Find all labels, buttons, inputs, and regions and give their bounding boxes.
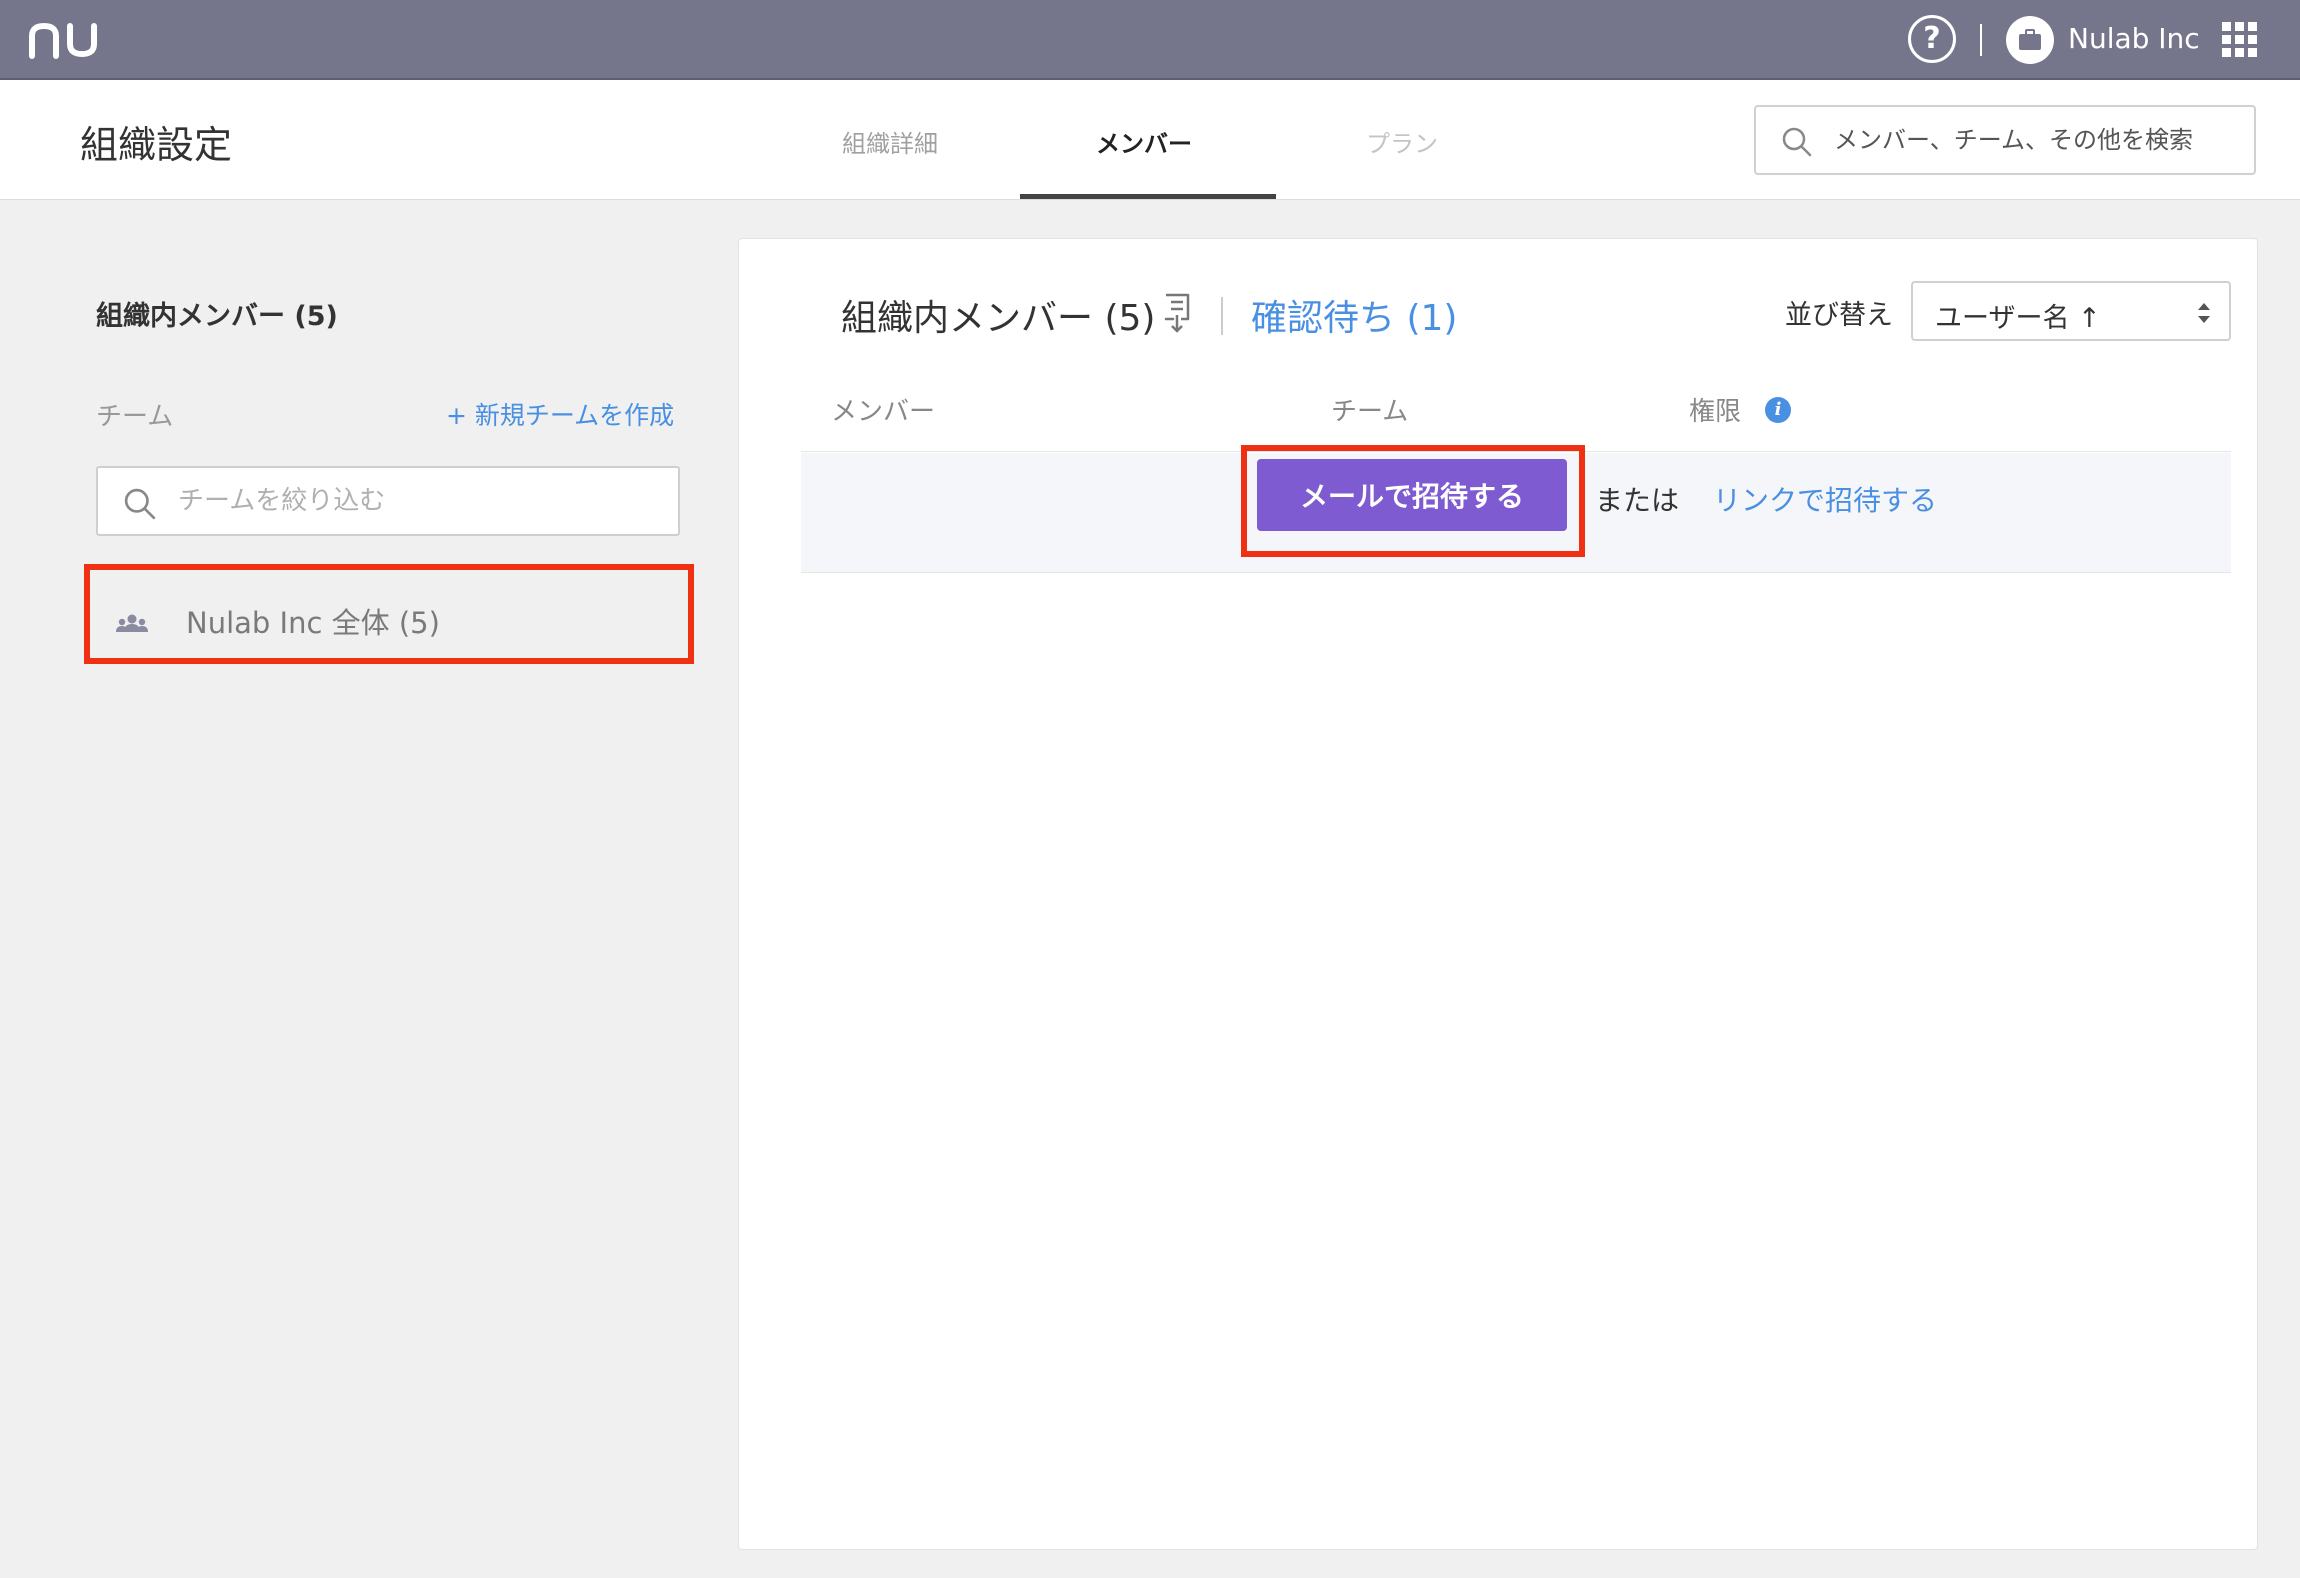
global-search[interactable] xyxy=(1754,105,2256,175)
tab-members[interactable]: メンバー xyxy=(1096,124,1192,159)
sidebar-team-heading: チーム xyxy=(96,402,174,432)
page-title: 組織設定 xyxy=(80,123,233,167)
top-divider xyxy=(1980,24,1982,56)
tab-organization-details[interactable]: 組織詳細 xyxy=(842,124,938,159)
briefcase-icon xyxy=(2019,29,2041,50)
org-avatar[interactable] xyxy=(2006,16,2054,64)
column-header-member: メンバー xyxy=(831,397,936,427)
members-panel: 組織内メンバー (5) 確認待ち (1) 並び替え ユーザー名 ↑ メンバー チ… xyxy=(738,238,2258,1550)
global-search-input[interactable] xyxy=(1834,117,2244,163)
tab-plan[interactable]: プラン xyxy=(1366,124,1438,159)
members-title: 組織内メンバー (5) xyxy=(841,298,1156,339)
info-icon[interactable]: i xyxy=(1765,397,1791,423)
column-header-team: チーム xyxy=(1331,397,1409,427)
team-filter[interactable] xyxy=(96,466,680,536)
top-bar: ? Nulab Inc xyxy=(0,0,2300,80)
apps-grid-icon[interactable] xyxy=(2222,22,2258,58)
search-icon xyxy=(1782,127,1812,157)
sidebar-team-nulab-all[interactable]: Nulab Inc 全体 (5) xyxy=(84,564,694,664)
create-team-link[interactable]: + 新規チームを作成 xyxy=(446,396,674,432)
team-icon xyxy=(116,614,148,632)
search-icon xyxy=(124,488,156,520)
help-icon[interactable]: ? xyxy=(1908,15,1956,63)
sidebar-team-label: Nulab Inc 全体 (5) xyxy=(186,606,440,640)
pending-members-link[interactable]: 確認待ち (1) xyxy=(1251,289,1457,341)
select-arrows-icon xyxy=(2198,303,2210,323)
org-name[interactable]: Nulab Inc xyxy=(2068,22,2200,55)
team-filter-input[interactable] xyxy=(178,478,668,524)
sort-label: 並び替え xyxy=(1785,300,1893,331)
sidebar-all-members[interactable]: 組織内メンバー (5) xyxy=(96,294,338,333)
download-icon[interactable] xyxy=(1163,293,1191,335)
active-tab-indicator xyxy=(1020,194,1276,199)
sort-select-value: ユーザー名 ↑ xyxy=(1935,303,2101,334)
settings-header: 組織設定 組織詳細 メンバー プラン xyxy=(0,80,2300,200)
sort-select[interactable]: ユーザー名 ↑ xyxy=(1911,281,2231,341)
nulab-logo[interactable] xyxy=(28,20,100,60)
title-divider xyxy=(1221,297,1223,335)
invite-row: メールで招待する または リンクで招待する xyxy=(801,445,2231,573)
invite-by-link[interactable]: リンクで招待する xyxy=(1713,479,1937,519)
invite-by-email-button[interactable]: メールで招待する xyxy=(1257,459,1567,531)
invite-or-text: または xyxy=(1595,484,1680,517)
column-header-role: 権限 xyxy=(1689,397,1742,427)
page: ? Nulab Inc 組織設定 組織詳細 メンバー プラン メンバー、チーム、… xyxy=(0,0,2300,1578)
